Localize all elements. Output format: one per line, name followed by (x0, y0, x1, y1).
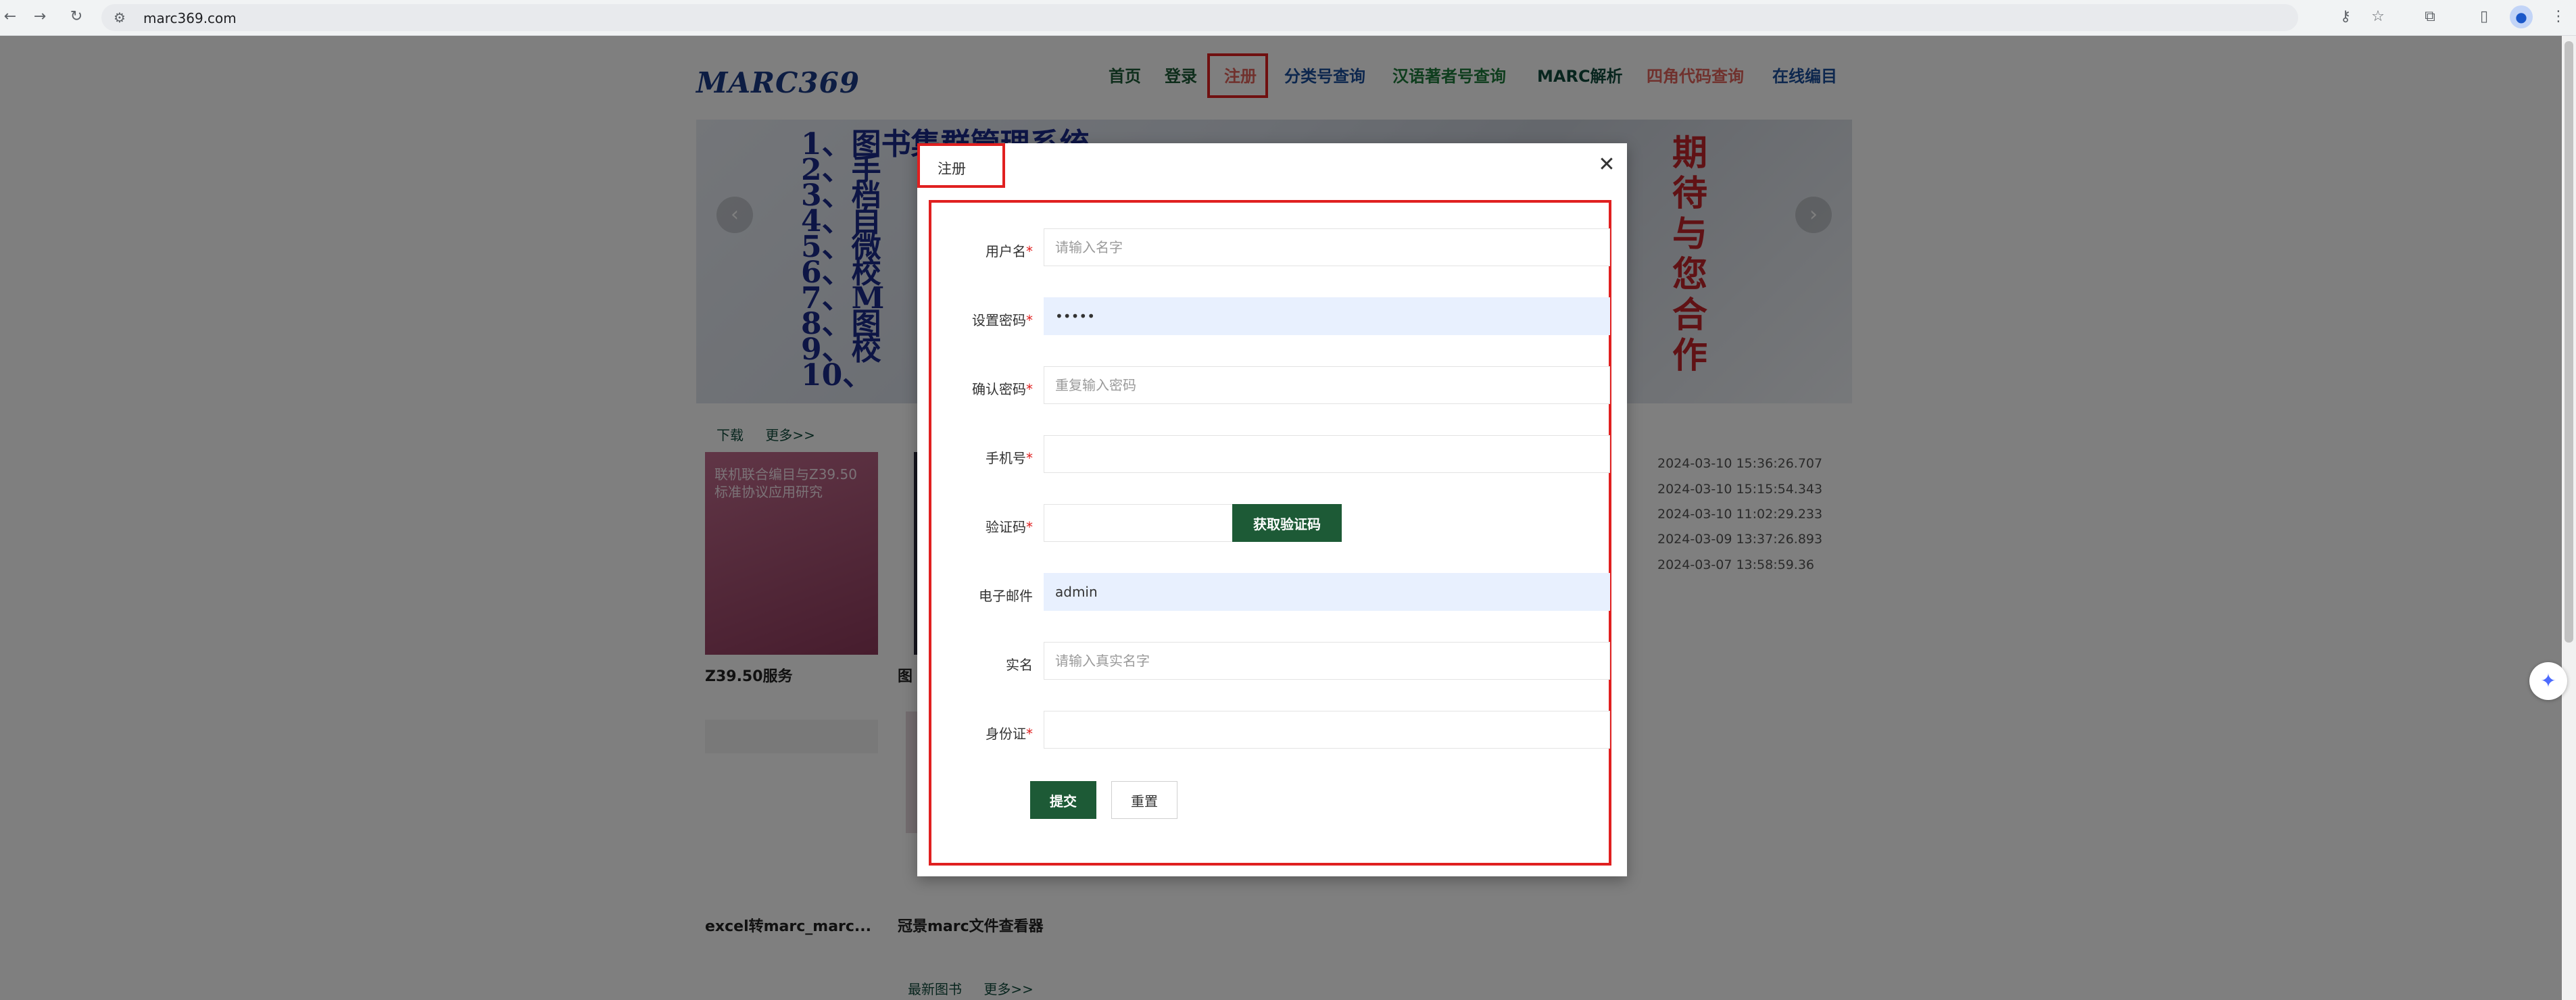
side-panel-icon[interactable]: ▯ (2474, 7, 2494, 27)
confirm-password-input[interactable] (1044, 366, 1610, 404)
real-name-input[interactable] (1044, 642, 1610, 680)
email-input[interactable]: admin (1044, 573, 1610, 611)
field-label: 用户名* (986, 243, 1033, 259)
close-icon[interactable]: ✕ (1593, 151, 1620, 178)
register-form: 用户名* 设置密码* ••••• 确认密码* 手机号* 验证码* 获取验证码 电… (929, 200, 1611, 866)
field-label: 验证码* (986, 519, 1033, 535)
field-label: 电子邮件 (979, 588, 1033, 604)
site-settings-icon[interactable]: ⚙ (114, 9, 126, 26)
page-scrollbar[interactable] (2562, 36, 2576, 1000)
password-key-icon[interactable]: ⚷ (2335, 7, 2356, 27)
modal-title: 注册 (938, 161, 966, 177)
scrollbar-thumb[interactable] (2565, 41, 2573, 643)
bookmark-star-icon[interactable]: ☆ (2368, 7, 2388, 27)
reset-button[interactable]: 重置 (1111, 781, 1177, 819)
address-bar[interactable]: ⚙ marc369.com (101, 4, 2298, 31)
reload-icon[interactable]: ↻ (66, 7, 87, 27)
assistant-fab-icon[interactable]: ✦ (2529, 662, 2567, 700)
browser-menu-icon[interactable]: ⋮ (2548, 7, 2569, 27)
submit-button[interactable]: 提交 (1030, 781, 1096, 819)
field-label: 确认密码* (972, 381, 1033, 397)
browser-toolbar: ← → ↻ ⚙ marc369.com ⚷ ☆ ⧉ ▯ ● ⋮ (0, 0, 2576, 36)
url-text[interactable]: marc369.com (143, 10, 237, 26)
field-label: 身份证* (986, 726, 1033, 742)
phone-input[interactable] (1044, 435, 1610, 473)
extensions-icon[interactable]: ⧉ (2420, 7, 2440, 27)
field-label: 手机号* (986, 450, 1033, 466)
password-input[interactable]: ••••• (1044, 297, 1610, 335)
username-input[interactable] (1044, 228, 1610, 266)
field-label: 实名 (1006, 657, 1033, 673)
register-dialog: 注册 ✕ 用户名* 设置密码* ••••• 确认密码* 手机号* 验证码* 获取… (917, 143, 1627, 876)
get-code-button[interactable]: 获取验证码 (1232, 504, 1342, 542)
back-icon[interactable]: ← (0, 7, 20, 27)
field-label: 设置密码* (972, 312, 1033, 328)
verification-code-input[interactable] (1044, 504, 1233, 542)
profile-avatar-icon[interactable]: ● (2510, 5, 2533, 28)
forward-icon[interactable]: → (30, 7, 50, 27)
id-card-input[interactable] (1044, 711, 1610, 749)
